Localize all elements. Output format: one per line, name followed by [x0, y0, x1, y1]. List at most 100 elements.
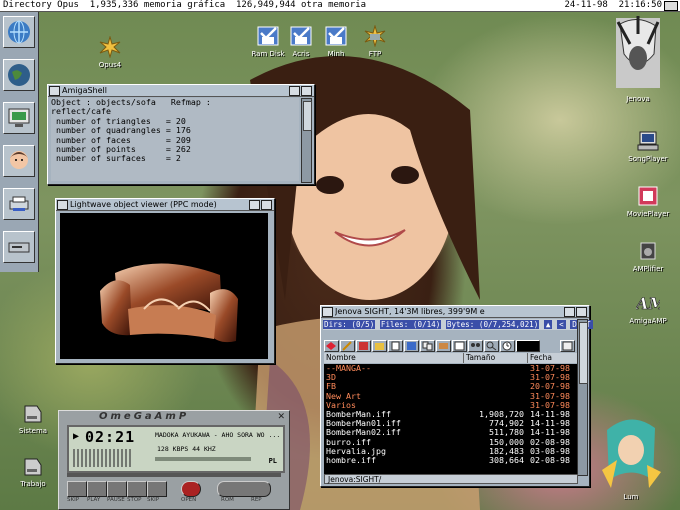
- close-gadget[interactable]: [322, 307, 333, 317]
- pause-label: PAUSE: [107, 497, 125, 503]
- scroll-knob[interactable]: [579, 322, 588, 384]
- amigaamp-icon[interactable]: AMP AmigaAMP: [618, 292, 679, 326]
- opus-lister-window[interactable]: Jenova SIGHT, 14'3M libres, 399'9M e Dir…: [320, 305, 593, 487]
- songplayer-icon[interactable]: SongPlayer: [618, 130, 678, 164]
- status-bar: Dirs: (0/5) Files: (0/14) Bytes: (0/7,25…: [323, 319, 593, 330]
- close-icon[interactable]: ✕: [277, 412, 285, 422]
- entry-size: 308,664: [489, 454, 524, 465]
- shell-output[interactable]: Object : objects/sofa Refmap : reflect/c…: [51, 98, 299, 181]
- shell-scrollbar[interactable]: [301, 98, 312, 183]
- lister-scrollbar[interactable]: [577, 319, 588, 476]
- svg-text:AMP: AMP: [636, 294, 660, 313]
- window-title: AmigaShell: [62, 86, 107, 95]
- column-name[interactable]: Nombre: [324, 353, 464, 363]
- screen-depth-gadget[interactable]: [664, 1, 678, 11]
- arrow-left-icon[interactable]: <: [557, 320, 566, 329]
- monitor-button[interactable]: [3, 102, 35, 134]
- depth-gadget[interactable]: [301, 86, 312, 96]
- tool-button-folder[interactable]: [372, 340, 387, 352]
- play-indicator-icon: ▶: [73, 431, 80, 442]
- sistema-icon[interactable]: Sistema: [3, 402, 63, 436]
- globe-button[interactable]: [3, 16, 35, 48]
- pencil-icon: [342, 341, 352, 351]
- play-button[interactable]: [87, 481, 107, 497]
- seek-bar[interactable]: [67, 473, 281, 477]
- viewer-titlebar[interactable]: Lightwave object viewer (PPC mode): [56, 199, 274, 211]
- tool-button-clock[interactable]: [500, 340, 515, 352]
- file-row[interactable]: hombre.iff 308,664 02-08-98: [324, 454, 578, 465]
- play-label: PLAY: [87, 497, 101, 503]
- movieplayer-icon[interactable]: MoviePlayer: [618, 185, 678, 219]
- tool-button-text[interactable]: [452, 340, 467, 352]
- bitrate-info: 128 KBPS 44 KHZ: [157, 445, 216, 453]
- opus4-icon[interactable]: Opus4: [80, 35, 140, 70]
- trabajo-icon[interactable]: Trabajo: [3, 455, 63, 489]
- tool-button-grid[interactable]: [404, 340, 419, 352]
- tool-button-box[interactable]: [436, 340, 451, 352]
- close-gadget[interactable]: [49, 86, 60, 96]
- rom-label: ROM: [221, 497, 234, 503]
- amplifier-icon[interactable]: AMPlifier: [618, 240, 678, 274]
- waveform-bars: [73, 449, 133, 467]
- people-icon: [471, 343, 480, 347]
- copy-icon: [422, 341, 433, 351]
- scroll-knob[interactable]: [303, 101, 312, 131]
- playlist-badge[interactable]: PL: [269, 457, 277, 465]
- tool-button-window[interactable]: [560, 340, 575, 352]
- lum-icon[interactable]: Lum: [596, 410, 666, 502]
- zoom-gadget[interactable]: [289, 86, 300, 96]
- hard-drive-icon: [24, 458, 42, 476]
- tool-button-people[interactable]: [468, 340, 483, 352]
- amigashell-titlebar[interactable]: AmigaShell: [48, 85, 314, 97]
- depth-gadget[interactable]: [576, 307, 587, 317]
- zoom-gadget[interactable]: [249, 200, 260, 210]
- depth-gadget[interactable]: [261, 200, 272, 210]
- drive-button[interactable]: [3, 231, 35, 263]
- window-title: Lightwave object viewer (PPC mode): [70, 200, 217, 209]
- lightwave-viewer-window[interactable]: Lightwave object viewer (PPC mode): [55, 198, 275, 364]
- rom-rep-rocker[interactable]: [217, 481, 271, 497]
- hard-drive-icon: [24, 405, 42, 423]
- open-button[interactable]: [181, 481, 201, 497]
- left-toolbar: [0, 12, 39, 272]
- grid-icon: [407, 342, 416, 350]
- stop-button[interactable]: [127, 481, 147, 497]
- tool-button-pencil[interactable]: [340, 340, 355, 352]
- earth-icon: [8, 64, 30, 86]
- lister-toolbar: [324, 340, 578, 352]
- pause-button[interactable]: [107, 481, 127, 497]
- computer-icon: [637, 131, 659, 151]
- ftp-icon[interactable]: FTP: [345, 24, 405, 59]
- skip-forward-button[interactable]: [147, 481, 167, 497]
- printer-icon: [9, 196, 29, 211]
- equalizer-slider[interactable]: [155, 457, 251, 461]
- lister-titlebar[interactable]: Jenova SIGHT, 14'3M libres, 399'9M e: [321, 306, 589, 318]
- earth-button[interactable]: [3, 59, 35, 91]
- amigashell-window[interactable]: AmigaShell Object : objects/sofa Refmap …: [47, 84, 315, 185]
- tool-button-copy[interactable]: [420, 340, 435, 352]
- skip-back-button[interactable]: [67, 481, 87, 497]
- jenova-icon[interactable]: Jenova: [608, 14, 668, 104]
- zoom-gadget[interactable]: [564, 307, 575, 317]
- file-list[interactable]: --MANGA-- 31-07-98 3D 31-07-98 FB 20-07-98 New…: [324, 364, 578, 474]
- tool-button-doc[interactable]: [388, 340, 403, 352]
- bytes-count: Bytes: (0/7,254,021): [445, 320, 540, 329]
- lum-character-icon: [602, 419, 661, 488]
- tool-button-list[interactable]: [356, 340, 371, 352]
- tool-button-search[interactable]: [484, 340, 499, 352]
- skip-forward-label: SKIP: [147, 497, 160, 503]
- speaker-icon: [640, 242, 656, 260]
- face-button[interactable]: [3, 145, 35, 177]
- path-field[interactable]: Jenova:SIGHT/: [324, 474, 578, 484]
- tool-button-diamond[interactable]: [324, 340, 339, 352]
- column-size[interactable]: Tamaño: [464, 353, 528, 363]
- clock: 24-11-98 21:16:50: [564, 0, 662, 10]
- tool-button-blank[interactable]: [516, 340, 540, 352]
- arrow-up-icon[interactable]: ▲: [543, 320, 553, 329]
- printer-button[interactable]: [3, 188, 35, 220]
- column-date[interactable]: Fecha: [528, 353, 578, 363]
- close-gadget[interactable]: [57, 200, 68, 210]
- render-canvas[interactable]: [60, 213, 268, 359]
- omegaamp-player[interactable]: OmeGaAmP ✕ ▶ 02:21 MADOKA AYUKAWA - AHO …: [58, 410, 290, 510]
- window-icon: [562, 341, 573, 351]
